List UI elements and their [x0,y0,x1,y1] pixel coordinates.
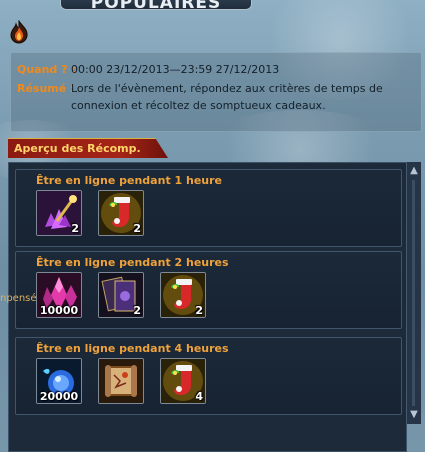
event-fire-icon [8,19,30,44]
reward-card-title: Être en ligne pendant 2 heures [36,256,229,269]
when-label: Quand ? : [17,63,76,76]
rewards-header: Aperçu des Récomp. [8,138,168,158]
reward-card-title: Être en ligne pendant 4 heures [36,342,229,355]
reward-item-slot[interactable]: 2 [160,272,206,318]
reward-item-slot[interactable]: 10000 [36,272,82,318]
when-value: 00:00 23/12/2013—23:59 27/12/2013 [71,63,280,76]
scroll-track[interactable] [412,180,415,406]
event-info-box: Quand ? : 00:00 23/12/2013—23:59 27/12/2… [10,52,422,132]
scroll-up-arrow-icon[interactable]: ▲ [407,164,421,178]
window-title: POPULAIRES [60,0,252,10]
item-quantity: 2 [133,304,141,317]
reward-card-title: Être en ligne pendant 1 heure [36,174,223,187]
treasure-scroll-icon [99,359,143,403]
scroll-down-arrow-icon[interactable]: ▼ [407,408,421,422]
side-tooltip-fragment: npensé [0,293,37,304]
item-quantity: 2 [195,304,203,317]
summary-value: Lors de l'évènement, répondez aux critèr… [71,82,383,112]
reward-item-slot[interactable]: 4 [160,358,206,404]
reward-card: Être en ligne pendant 1 heure 2 2 [15,169,402,247]
reward-card: Être en ligne pendant 2 heures 10000 2 2 [15,251,402,329]
reward-item-slot[interactable] [98,358,144,404]
reward-card: Être en ligne pendant 4 heures 20000 4 [15,337,402,415]
item-quantity: 10000 [39,304,79,317]
summary-label: Résumé : [17,82,75,95]
item-quantity: 20000 [39,390,79,403]
rewards-scrollbar[interactable]: ▲ ▼ [406,162,421,424]
item-quantity: 4 [195,390,203,403]
item-quantity: 2 [71,222,79,235]
reward-item-slot[interactable]: 2 [36,190,82,236]
rewards-list[interactable]: Être en ligne pendant 1 heure 2 2 Être e… [8,162,407,452]
reward-item-slot[interactable]: 20000 [36,358,82,404]
item-quantity: 2 [133,222,141,235]
reward-item-slot[interactable]: 2 [98,190,144,236]
reward-item-slot[interactable]: 2 [98,272,144,318]
event-panel: POPULAIRES Quand ? : 00:00 23/12/2013—23… [0,0,425,452]
